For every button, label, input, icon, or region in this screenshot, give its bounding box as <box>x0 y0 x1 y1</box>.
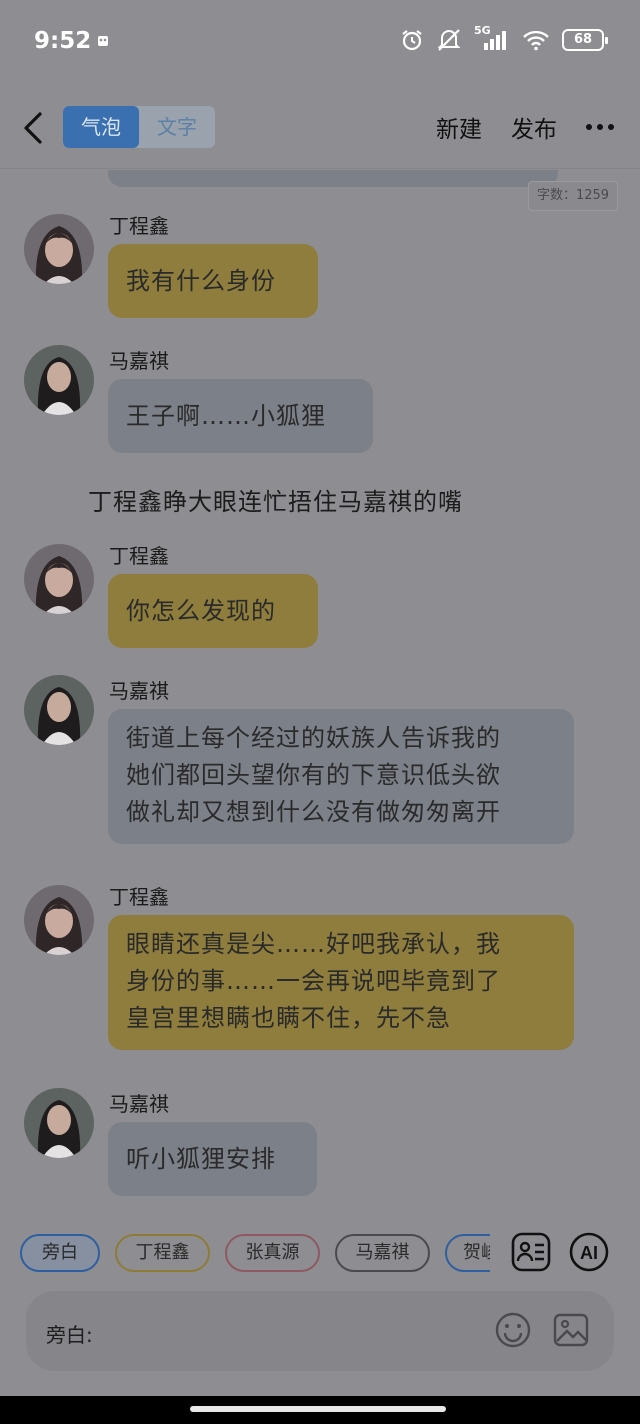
header-divider <box>0 168 640 169</box>
message-input[interactable]: 旁白: <box>26 1291 614 1371</box>
word-count-badge: 字数：1259 <box>528 181 618 211</box>
input-speaker-label: 旁白: <box>46 1323 93 1347</box>
mode-toggle: 气泡 文字 <box>63 106 215 148</box>
top-bar: 气泡 文字 新建 发布 <box>0 90 640 170</box>
tab-bubble[interactable]: 气泡 <box>63 106 139 148</box>
character-chip[interactable]: 马嘉祺 <box>335 1234 430 1272</box>
message-bubble[interactable]: 我有什么身份 <box>108 244 318 318</box>
character-chip[interactable]: 张真源 <box>225 1234 320 1272</box>
speaker-name: 马嘉祺 <box>109 349 169 373</box>
network-type: 5G <box>474 24 491 37</box>
signal-icon: 5G <box>474 24 510 52</box>
battery-icon: 68 <box>562 29 608 51</box>
chevron-left-icon <box>24 112 42 144</box>
bubble-line: 做礼却又想到什么没有做匆匆离开 <box>126 798 501 826</box>
bubble-line: 身份的事……一会再说吧毕竟到了 <box>126 967 501 995</box>
new-button[interactable]: 新建 <box>436 110 482 144</box>
message-bubble[interactable]: 眼睛还真是尖……好吧我承认，我 身份的事……一会再说吧毕竟到了 皇宫里想瞒也瞒不… <box>108 915 574 1050</box>
image-icon[interactable] <box>552 1311 590 1349</box>
speaker-name: 马嘉祺 <box>109 1092 169 1116</box>
character-chip[interactable]: 丁程鑫 <box>115 1234 210 1272</box>
character-selector: 旁白 丁程鑫 张真源 马嘉祺 贺峻 <box>20 1234 490 1272</box>
avatar[interactable] <box>24 1088 94 1158</box>
svg-text:AI: AI <box>580 1243 598 1263</box>
speaker-name: 马嘉祺 <box>109 679 169 703</box>
speaker-name: 丁程鑫 <box>109 885 169 909</box>
message-bubble[interactable]: 听小狐狸安排 <box>108 1122 317 1196</box>
avatar[interactable] <box>24 345 94 415</box>
avatar[interactable] <box>24 675 94 745</box>
message-bubble[interactable]: 王子啊……小狐狸 <box>108 379 373 453</box>
bubble-line: 她们都回头望你有的下意识低头欲 <box>126 761 501 789</box>
avatar[interactable] <box>24 885 94 955</box>
status-time: 9:52 <box>34 28 92 54</box>
bubble-line: 皇宫里想瞒也瞒不住，先不急 <box>126 1004 451 1032</box>
back-button[interactable] <box>18 108 50 148</box>
bubble-line: 街道上每个经过的妖族人告诉我的 <box>126 724 501 752</box>
bubble-line: 眼睛还真是尖……好吧我承认，我 <box>126 930 501 958</box>
previous-bubble <box>108 170 558 187</box>
notification-icon <box>96 33 110 49</box>
status-bar: 9:52 5G 68 <box>0 0 640 90</box>
speaker-name: 丁程鑫 <box>109 214 169 238</box>
mute-icon <box>436 28 462 52</box>
publish-button[interactable]: 发布 <box>511 110 557 144</box>
avatar[interactable] <box>24 214 94 284</box>
speaker-name: 丁程鑫 <box>109 544 169 568</box>
status-icons: 5G 68 <box>400 24 608 52</box>
character-manage-icon[interactable] <box>511 1232 551 1272</box>
character-chip-narrator[interactable]: 旁白 <box>20 1234 100 1272</box>
more-options-icon[interactable] <box>586 124 614 130</box>
ai-icon[interactable]: AI <box>569 1232 609 1272</box>
alarm-icon <box>400 28 424 52</box>
tab-text[interactable]: 文字 <box>139 106 215 148</box>
message-bubble[interactable]: 街道上每个经过的妖族人告诉我的 她们都回头望你有的下意识低头欲 做礼却又想到什么… <box>108 709 574 844</box>
character-chip[interactable]: 贺峻 <box>445 1234 490 1272</box>
narration-text[interactable]: 丁程鑫睁大眼连忙捂住马嘉祺的嘴 <box>88 482 463 517</box>
avatar[interactable] <box>24 544 94 614</box>
emoji-icon[interactable] <box>494 1311 532 1349</box>
message-bubble[interactable]: 你怎么发现的 <box>108 574 318 648</box>
wifi-icon <box>522 29 550 51</box>
home-indicator[interactable] <box>190 1406 446 1412</box>
